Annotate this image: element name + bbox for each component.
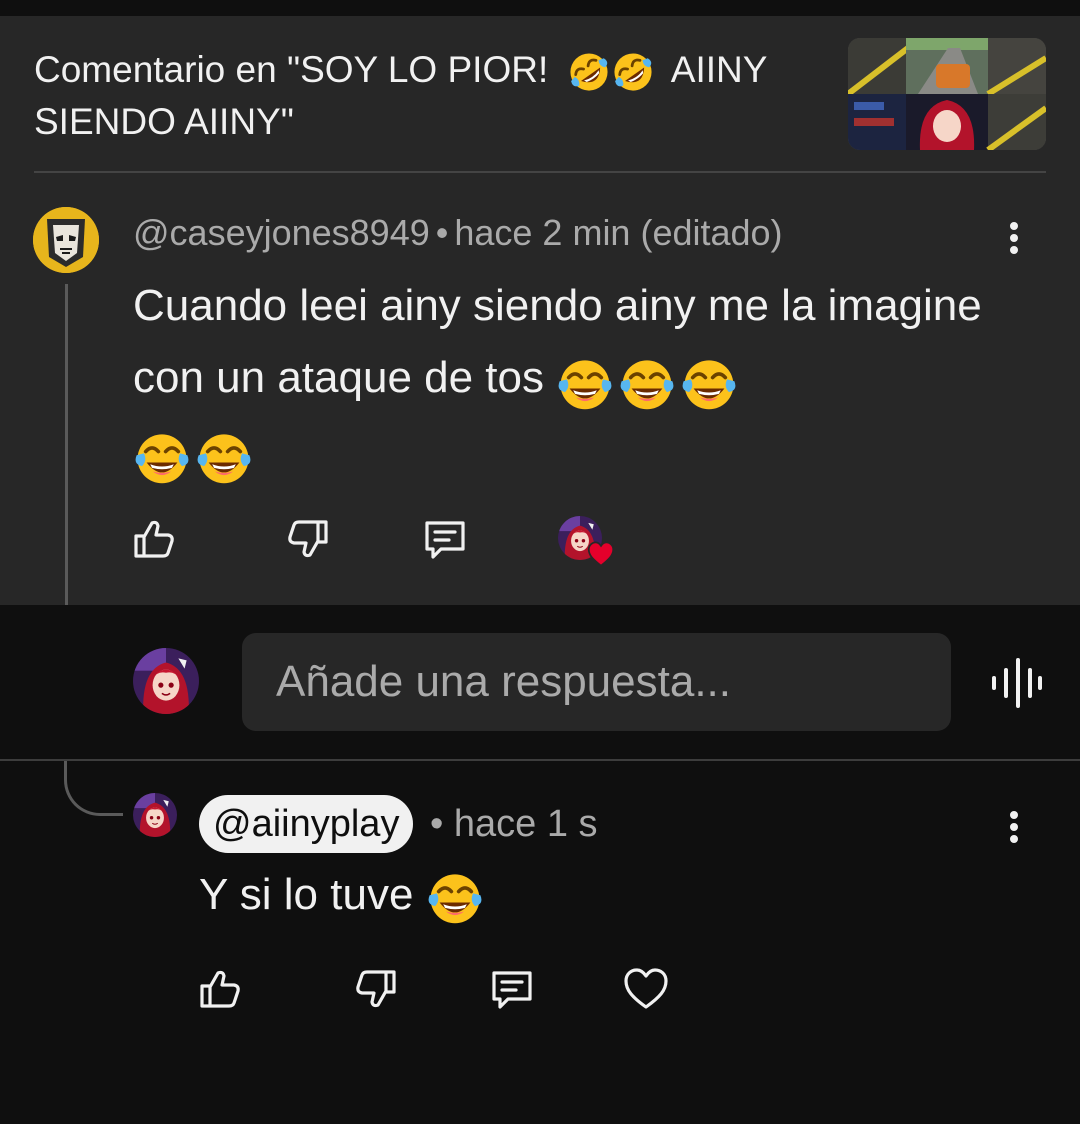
reply-input[interactable]: [242, 633, 951, 731]
thread-line: [65, 284, 68, 605]
like-icon[interactable]: [130, 515, 178, 563]
joy-emoji-icon: [680, 354, 738, 412]
comment-body: Cuando leei ainy siendo ainy me la imagi…: [133, 270, 1013, 491]
creator-heart-badge[interactable]: [558, 516, 618, 570]
reply-time: hace 1 s: [453, 803, 598, 845]
rofl-emoji-icon: [611, 50, 655, 94]
my-avatar[interactable]: [133, 648, 199, 714]
commenter-avatar[interactable]: [33, 207, 99, 273]
meta-separator: •: [430, 803, 444, 845]
joy-emoji-icon: [426, 868, 484, 926]
reply-text: Y si lo tuve: [199, 870, 414, 919]
reply-body: Y si lo tuve: [199, 860, 488, 930]
reply-more-icon[interactable]: [1008, 808, 1020, 848]
status-strip: [0, 0, 1080, 16]
reply-meta: • hace 1 s: [430, 803, 598, 846]
comment-time: hace 2 min (editado): [454, 212, 783, 253]
video-thumbnail[interactable]: [848, 38, 1046, 150]
joy-emoji-icon: [195, 428, 253, 486]
reply-thread-connector: [64, 761, 123, 816]
joy-emoji-icon: [556, 354, 614, 412]
dislike-icon[interactable]: [284, 515, 332, 563]
reply-avatar[interactable]: [133, 793, 177, 837]
joy-emoji-icon: [618, 354, 676, 412]
like-icon[interactable]: [196, 965, 244, 1013]
comment-emojis: [556, 344, 742, 416]
reply-icon[interactable]: [421, 515, 469, 563]
meta-separator: •: [435, 212, 449, 253]
composer-divider: [0, 759, 1080, 761]
voice-search-icon[interactable]: [988, 656, 1042, 710]
reply-icon[interactable]: [488, 965, 536, 1013]
title-prefix: Comentario en "SOY LO PIOR!: [34, 49, 549, 90]
rofl-emoji-icon: [567, 50, 611, 94]
reply-author-chip[interactable]: @aiinyplay: [199, 795, 414, 853]
page-title: Comentario en "SOY LO PIOR! AIINY SIENDO…: [34, 44, 814, 148]
joy-emoji-icon: [133, 428, 191, 486]
comment-emojis-line2: [133, 419, 257, 491]
comment-meta: @caseyjones8949 • hace 2 min (editado): [133, 212, 783, 254]
header-divider: [34, 171, 1046, 173]
dislike-icon[interactable]: [352, 965, 400, 1013]
heart-icon[interactable]: [622, 965, 670, 1013]
comment-more-icon[interactable]: [1008, 219, 1020, 259]
red-heart-icon: [587, 541, 615, 567]
comment-author[interactable]: @caseyjones8949: [133, 212, 430, 253]
